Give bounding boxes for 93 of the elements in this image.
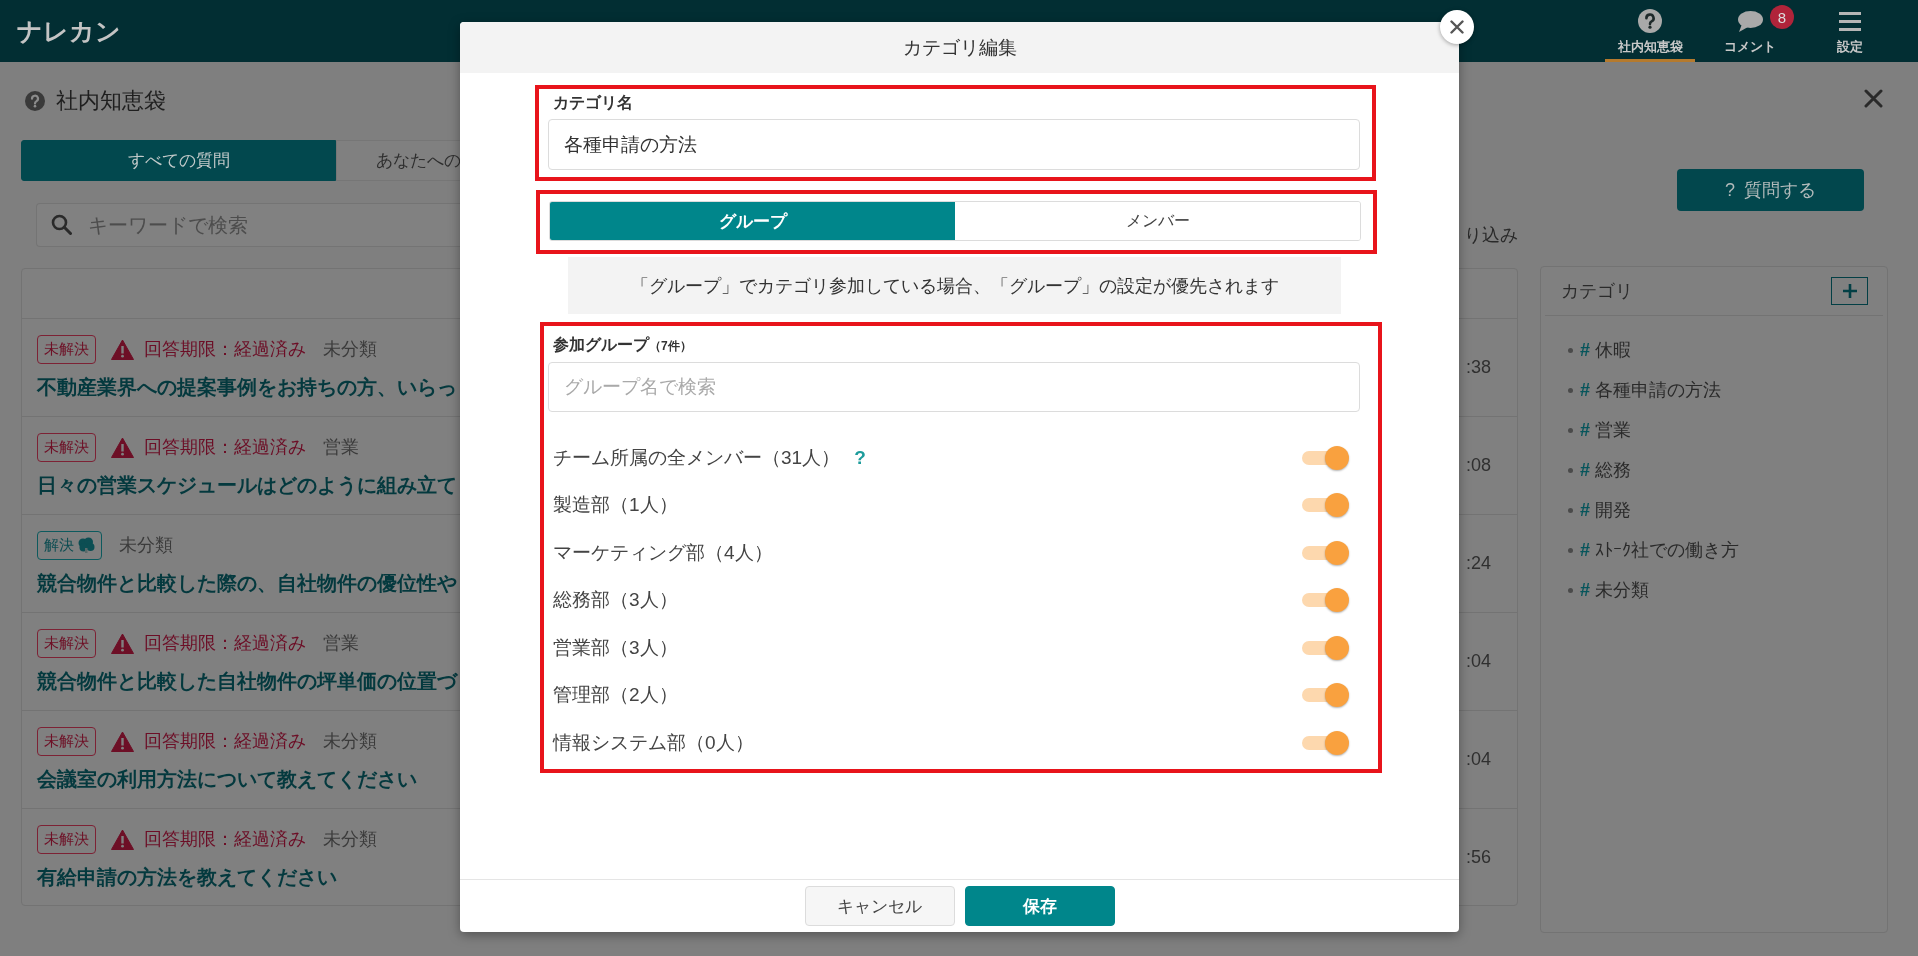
warning-icon (111, 436, 134, 458)
category-label: 未分類 (323, 730, 377, 753)
count-badge: 8 (1770, 5, 1794, 29)
cloud-icon (77, 537, 95, 553)
question-title[interactable]: 不動産業界への提案事例をお持ちの方、いらっ (37, 372, 457, 401)
group-name: 情報システム部（0人） (553, 730, 754, 755)
tab[interactable]: すべての質問 (21, 140, 336, 181)
warning-icon (111, 632, 134, 654)
status-label: 解決 (44, 536, 74, 554)
category-link[interactable]: # 休暇 (1580, 338, 1632, 362)
toggle-switch[interactable] (1302, 730, 1349, 755)
category-link[interactable]: # 営業 (1580, 418, 1632, 442)
nav-item[interactable]: 設定 (1805, 0, 1895, 62)
toggle-switch[interactable] (1302, 493, 1349, 518)
cancel-button[interactable]: キャンセル (804, 886, 955, 926)
category-link[interactable]: # 各種申請の方法 (1580, 378, 1722, 402)
plus-icon (1841, 283, 1858, 299)
warning-icon (111, 338, 134, 360)
search-icon (51, 214, 72, 235)
timestamp: :38 (1465, 357, 1491, 378)
modal-title: カテゴリ編集 (902, 35, 1017, 60)
bullet-icon (1568, 347, 1573, 353)
app-logo[interactable]: ナレカン (17, 14, 121, 48)
status-label: 未解決 (44, 830, 89, 848)
name-field[interactable]: 各種申請の方法 (548, 119, 1360, 170)
bullet-icon (1568, 467, 1573, 473)
timestamp: :24 (1465, 553, 1491, 574)
field-label: カテゴリ名 (553, 93, 633, 113)
category-label: 営業 (323, 436, 359, 459)
warning-icon (111, 730, 134, 752)
warning-icon (111, 828, 134, 850)
question-circle-icon (1638, 9, 1662, 33)
group-name: 管理部（2人） (553, 683, 678, 708)
close-icon (1863, 88, 1883, 108)
section-label: 参加グループ（7件） (553, 335, 692, 355)
group-name: マーケティング部（4人） (553, 540, 773, 565)
deadline-label: 回答期限：経過済み (144, 828, 306, 851)
toggle-switch[interactable] (1302, 540, 1349, 565)
deadline-label: 回答期限：経過済み (144, 632, 306, 655)
bullet-icon (1568, 547, 1573, 553)
status-label: 未解決 (44, 732, 89, 750)
bullet-icon (1568, 427, 1573, 433)
question-title[interactable]: 日々の営業スケジュールはどのように組み立て (37, 470, 457, 499)
group-name: 製造部（1人） (553, 493, 678, 518)
timestamp: :04 (1465, 651, 1491, 672)
notice-banner: 「グループ」でカテゴリ参加している場合、「グループ」の設定が優先されます (568, 257, 1341, 314)
question-title[interactable]: 競合物件と比較した際の、自社物件の優位性や (37, 568, 457, 597)
toggle-switch[interactable] (1302, 445, 1349, 470)
save-button[interactable]: 保存 (964, 886, 1115, 926)
status-label: 未解決 (44, 634, 89, 652)
question-circle-icon (25, 91, 45, 111)
ask-question-button[interactable]: ? 質問する (1677, 169, 1864, 211)
group-name: 営業部（3人） (553, 635, 678, 660)
category-label: 営業 (323, 632, 359, 655)
page-title: 社内知恵袋 (56, 87, 166, 115)
timestamp: :04 (1465, 749, 1491, 770)
group-search-field[interactable]: グループ名で検索 (548, 362, 1360, 412)
status-label: 未解決 (44, 438, 89, 456)
filter-link[interactable]: り込み (1464, 223, 1518, 247)
toggle-switch[interactable] (1302, 588, 1349, 613)
tab[interactable]: あなたへの (336, 140, 462, 181)
category-link[interactable]: # 開発 (1580, 498, 1632, 522)
timestamp: :08 (1465, 455, 1491, 476)
timestamp: :56 (1465, 847, 1491, 868)
category-label: 未分類 (119, 534, 173, 557)
help-icon[interactable]: ? (854, 446, 866, 469)
close-icon (1450, 20, 1464, 34)
toggle-switch[interactable] (1302, 683, 1349, 708)
group-name: チーム所属の全メンバー（31人） (553, 445, 841, 470)
question-title[interactable]: 有給申請の方法を教えてください (37, 862, 337, 891)
category-label: 未分類 (323, 338, 377, 361)
panel-title: カテゴリ (1561, 280, 1633, 303)
category-link[interactable]: # 総務 (1580, 458, 1632, 482)
bullet-icon (1568, 587, 1573, 593)
category-label: 未分類 (323, 828, 377, 851)
category-link[interactable]: # 未分類 (1580, 578, 1650, 602)
segment-tab[interactable]: グループ (550, 202, 955, 240)
question-title[interactable]: 会議室の利用方法について教えてください (37, 764, 417, 793)
question-title[interactable]: 競合物件と比較した自社物件の坪単価の位置づ (37, 666, 457, 695)
group-name: 総務部（3人） (553, 588, 678, 613)
nav-item[interactable]: 社内知恵袋 (1605, 0, 1695, 62)
speech-bubble-icon (1737, 10, 1763, 32)
add-button[interactable] (1831, 277, 1868, 305)
deadline-label: 回答期限：経過済み (144, 730, 306, 753)
menu-icon (1839, 11, 1861, 31)
toggle-switch[interactable] (1302, 635, 1349, 660)
bullet-icon (1568, 387, 1573, 393)
bullet-icon (1568, 507, 1573, 513)
deadline-label: 回答期限：経過済み (144, 338, 306, 361)
nav-item[interactable]: 8 コメント (1705, 0, 1795, 62)
category-link[interactable]: # ｽﾄｰｸ社での働き方 (1580, 538, 1740, 562)
status-label: 未解決 (44, 340, 89, 358)
deadline-label: 回答期限：経過済み (144, 436, 306, 459)
